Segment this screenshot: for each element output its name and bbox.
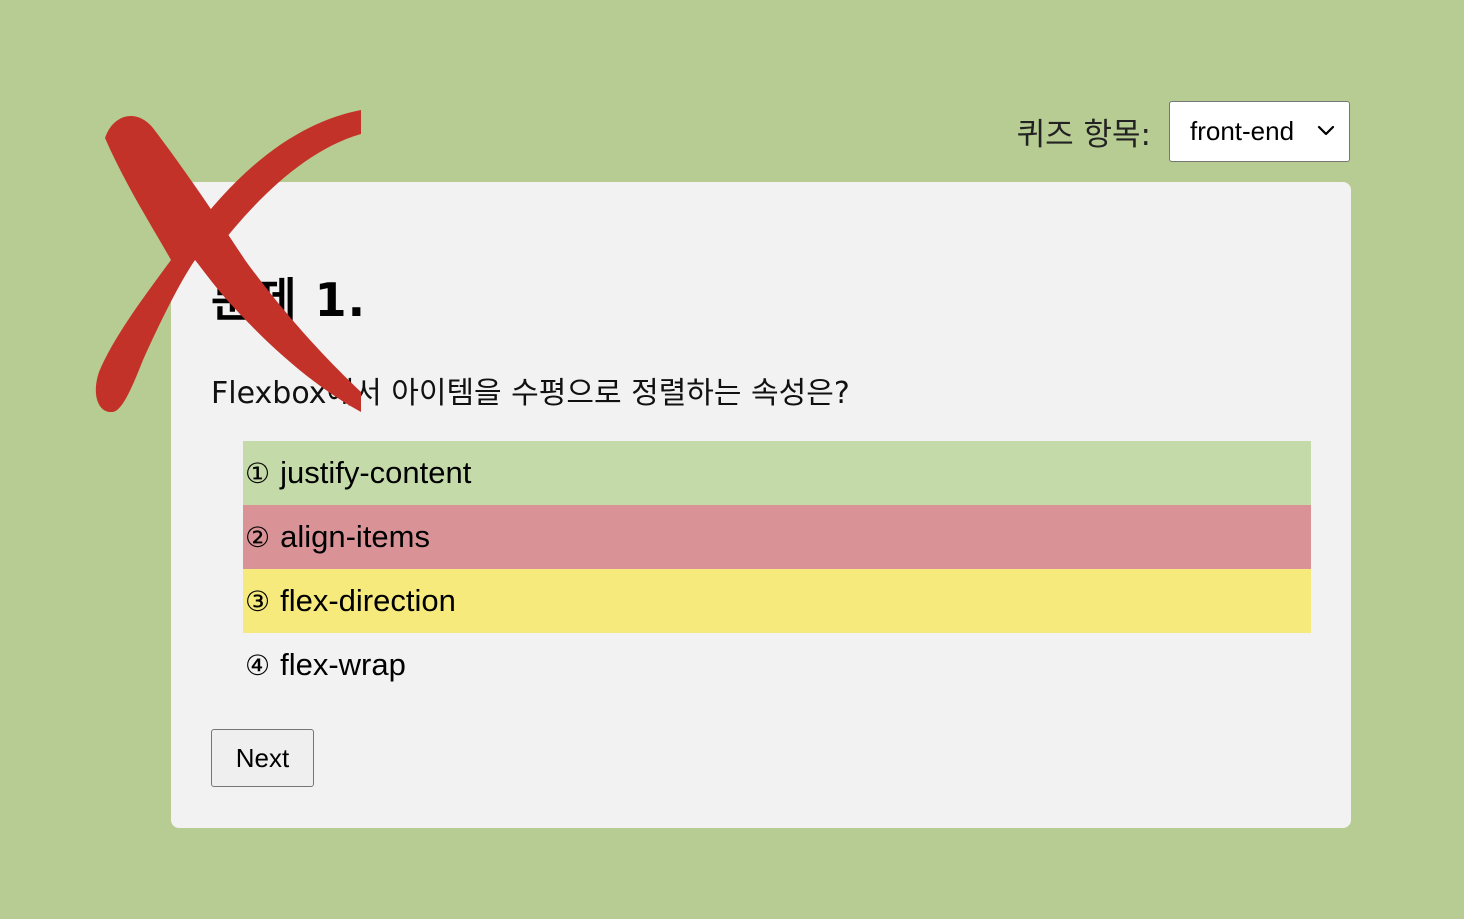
- answer-option-2[interactable]: ② align-items: [243, 505, 1311, 569]
- question-title: 문제 1.: [211, 273, 367, 327]
- next-button[interactable]: Next: [211, 729, 314, 787]
- option-label: flex-direction: [280, 583, 456, 618]
- option-number: ②: [245, 520, 271, 554]
- category-selector: 퀴즈 항목: front-end: [1017, 100, 1350, 162]
- question-text: Flexbox에서 아이템을 수평으로 정렬하는 속성은?: [211, 376, 850, 411]
- chevron-down-icon: [1317, 125, 1335, 136]
- option-label: align-items: [280, 519, 430, 554]
- option-label: justify-content: [280, 455, 472, 490]
- answer-option-3[interactable]: ③ flex-direction: [243, 569, 1311, 633]
- category-label: 퀴즈 항목:: [1016, 116, 1151, 153]
- option-number: ④: [245, 648, 271, 682]
- option-label: flex-wrap: [280, 647, 406, 682]
- category-select[interactable]: front-end: [1169, 100, 1350, 162]
- answer-option-4[interactable]: ④ flex-wrap: [243, 633, 1311, 697]
- answer-option-1[interactable]: ① justify-content: [243, 441, 1311, 505]
- answer-options: ① justify-content ② align-items ③ flex-d…: [243, 441, 1311, 697]
- quiz-card: 문제 1. Flexbox에서 아이템을 수평으로 정렬하는 속성은? ① ju…: [171, 182, 1351, 828]
- option-number: ①: [245, 456, 271, 490]
- category-select-value: front-end: [1190, 115, 1295, 146]
- option-number: ③: [245, 584, 271, 618]
